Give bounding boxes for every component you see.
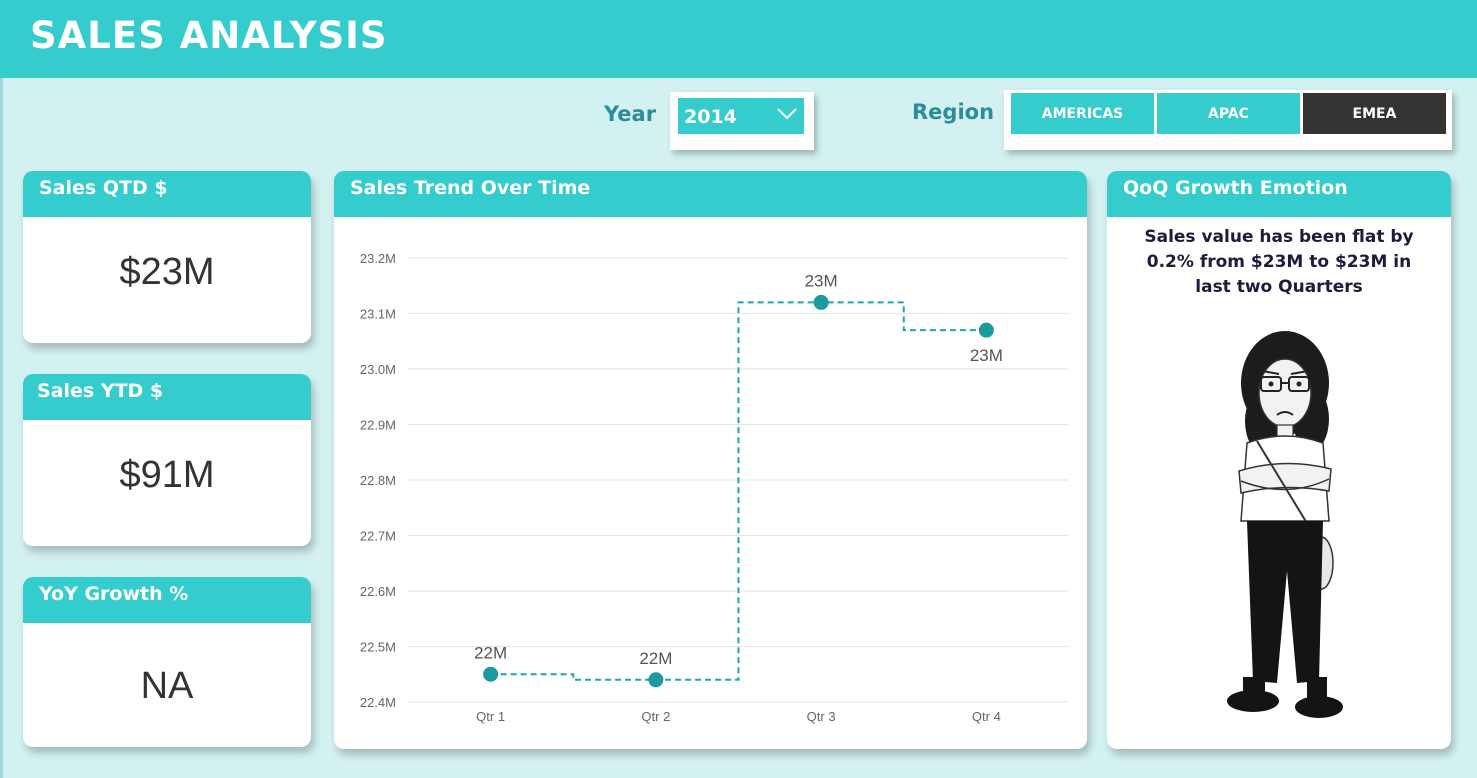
y-tick-label: 22.4M	[360, 695, 396, 710]
year-value: 2014	[684, 106, 737, 128]
x-tick-label: Qtr 1	[476, 709, 505, 724]
x-tick-label: Qtr 3	[807, 709, 836, 724]
year-slicer: 2014	[670, 92, 814, 150]
data-label: 23M	[805, 271, 838, 290]
chevron-down-icon	[777, 108, 797, 120]
x-tick-label: Qtr 4	[972, 709, 1001, 724]
yoy-growth-value: NA	[140, 665, 194, 707]
sales-ytd-card: Sales YTD $ $91M	[23, 374, 311, 546]
x-tick-label: Qtr 2	[641, 709, 670, 724]
region-button-emea[interactable]: EMEA	[1303, 93, 1446, 134]
yoy-growth-card: YoY Growth % NA	[23, 577, 311, 747]
card-title: Sales YTD $	[37, 380, 164, 402]
data-point	[978, 322, 994, 338]
region-button-americas[interactable]: AMERICAS	[1011, 93, 1154, 134]
page-title: SALES ANALYSIS	[30, 14, 388, 57]
sales-ytd-value: $91M	[119, 454, 215, 496]
data-label: 22M	[474, 643, 507, 662]
data-point	[648, 672, 664, 688]
region-button-apac[interactable]: APAC	[1157, 93, 1300, 134]
card-title: YoY Growth %	[39, 583, 189, 605]
growth-emotion-card: QoQ Growth Emotion Sales value has been …	[1107, 171, 1451, 749]
y-tick-label: 23.2M	[360, 251, 396, 266]
header-bar: SALES ANALYSIS	[0, 0, 1477, 78]
data-label: 23M	[970, 346, 1003, 365]
card-header: Sales YTD $	[23, 374, 311, 420]
sales-qtd-card: Sales QTD $ $23M	[23, 171, 311, 343]
data-point	[483, 666, 499, 682]
card-header: Sales QTD $	[23, 171, 311, 217]
y-tick-label: 22.6M	[360, 584, 396, 599]
sales-trend-chart: 22.4M 22.5M 22.6M 22.7M 22.8M 22.9M 23.0M 23.1M…	[360, 251, 1069, 724]
region-slicer: AMERICAS APAC EMEA	[1004, 90, 1452, 150]
data-label: 22M	[639, 649, 672, 668]
sales-trend-line	[490, 301, 987, 681]
sales-qtd-value: $23M	[119, 251, 215, 293]
y-tick-label: 23.1M	[360, 307, 396, 322]
card-header: YoY Growth %	[23, 577, 311, 623]
y-tick-label: 22.8M	[360, 473, 396, 488]
left-rule	[0, 78, 3, 778]
y-tick-label: 22.5M	[360, 640, 396, 655]
sales-trend-card: Sales Trend Over Time 22.4M 22.5M 22.6M 22.…	[334, 171, 1087, 749]
worried-person-illustration	[1227, 331, 1343, 718]
data-point	[813, 294, 829, 310]
region-label: Region	[912, 100, 995, 124]
y-tick-label: 22.7M	[360, 529, 396, 544]
card-title: Sales QTD $	[39, 177, 168, 199]
year-label: Year	[604, 102, 657, 126]
y-tick-label: 23.0M	[360, 362, 396, 377]
year-dropdown[interactable]: 2014	[678, 98, 804, 134]
y-tick-label: 22.9M	[360, 418, 396, 433]
